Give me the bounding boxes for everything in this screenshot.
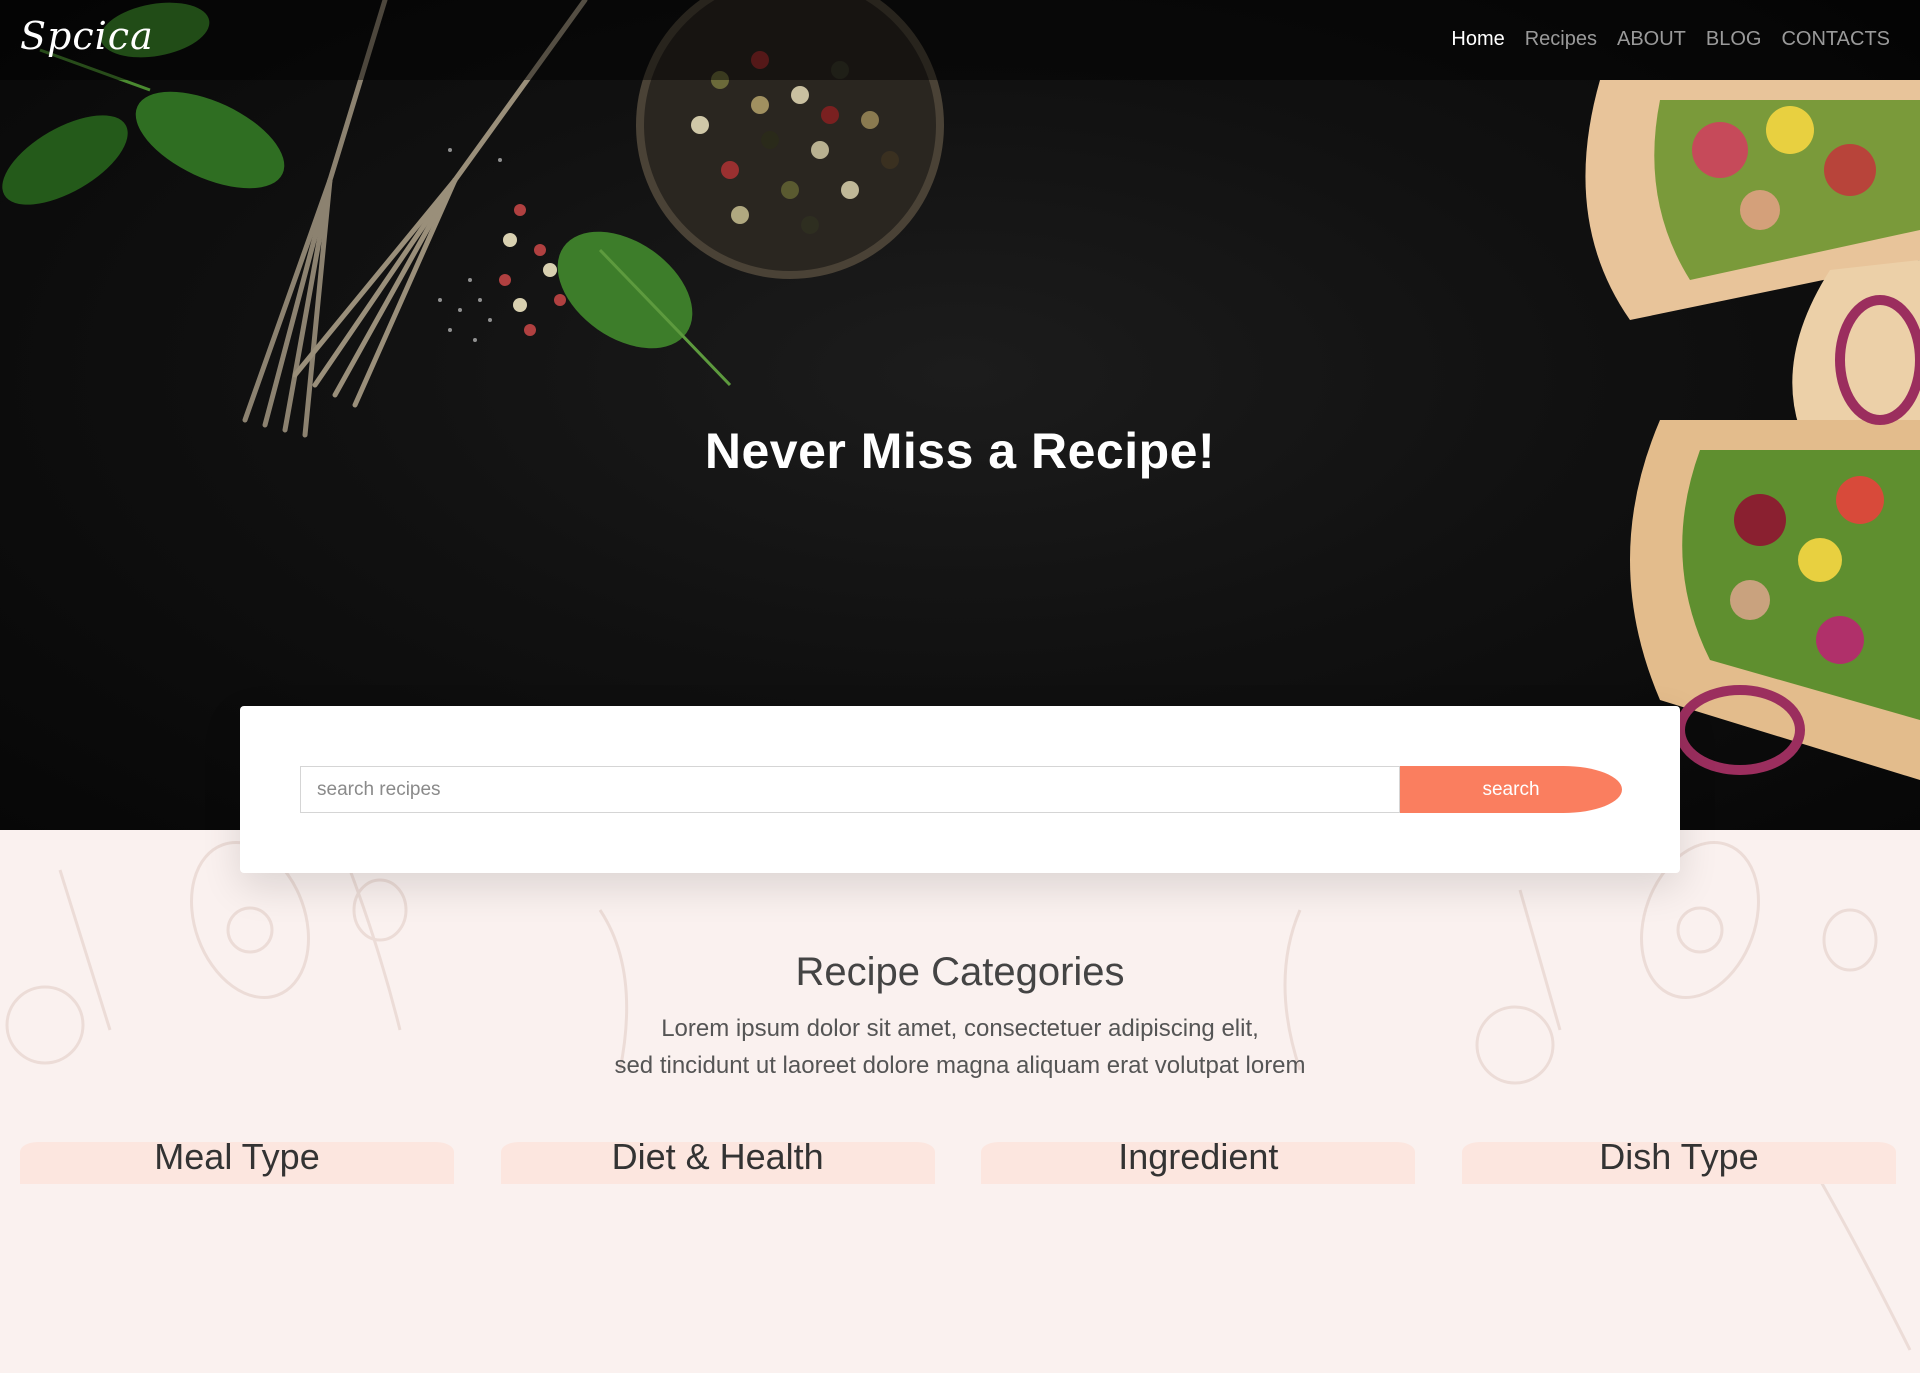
hero-title: Never Miss a Recipe! — [704, 423, 1216, 479]
basil-leaf — [135, 91, 285, 189]
search-button[interactable]: search — [1400, 766, 1622, 813]
category-tab-ingredient[interactable]: Ingredient — [981, 1136, 1416, 1184]
background-doodles — [5, 841, 1912, 1351]
category-tab-label: Ingredient — [1118, 1136, 1279, 1177]
nav-item-recipes[interactable]: Recipes — [1525, 28, 1597, 51]
search-input[interactable] — [300, 766, 1400, 813]
nav-item-about[interactable]: ABOUT — [1617, 28, 1686, 51]
nav-item-contacts[interactable]: CONTACTS — [1781, 28, 1890, 51]
section-description: Lorem ipsum dolor sit amet, consectetuer… — [0, 1010, 1920, 1084]
category-tab-meal-type[interactable]: Meal Type — [20, 1136, 454, 1184]
category-tab-diet-health[interactable]: Diet & Health — [500, 1136, 935, 1184]
navbar: Spcica Home Recipes ABOUT BLOG CONTACTS — [0, 0, 1920, 80]
brand-logo[interactable]: Spcica — [20, 14, 154, 58]
nav-item-blog[interactable]: BLOG — [1706, 28, 1762, 51]
main-nav: Home Recipes ABOUT BLOG CONTACTS — [1451, 28, 1890, 51]
basil-leaf — [2, 115, 128, 205]
category-tabs: Meal Type Diet & Health Ingredient Dish … — [20, 1136, 1896, 1184]
nav-item-home[interactable]: Home — [1451, 28, 1504, 51]
category-tab-label: Meal Type — [154, 1136, 320, 1177]
category-tab-label: Dish Type — [1599, 1136, 1759, 1177]
description-line-2: sed tincidunt ut laoreet dolore magna al… — [614, 1052, 1306, 1079]
search-card: search — [240, 706, 1680, 873]
section-title: Recipe Categories — [795, 950, 1125, 994]
category-tab-label: Diet & Health — [611, 1136, 824, 1177]
category-tab-dish-type[interactable]: Dish Type — [1461, 1136, 1896, 1184]
description-line-1: Lorem ipsum dolor sit amet, consectetuer… — [661, 1015, 1259, 1042]
